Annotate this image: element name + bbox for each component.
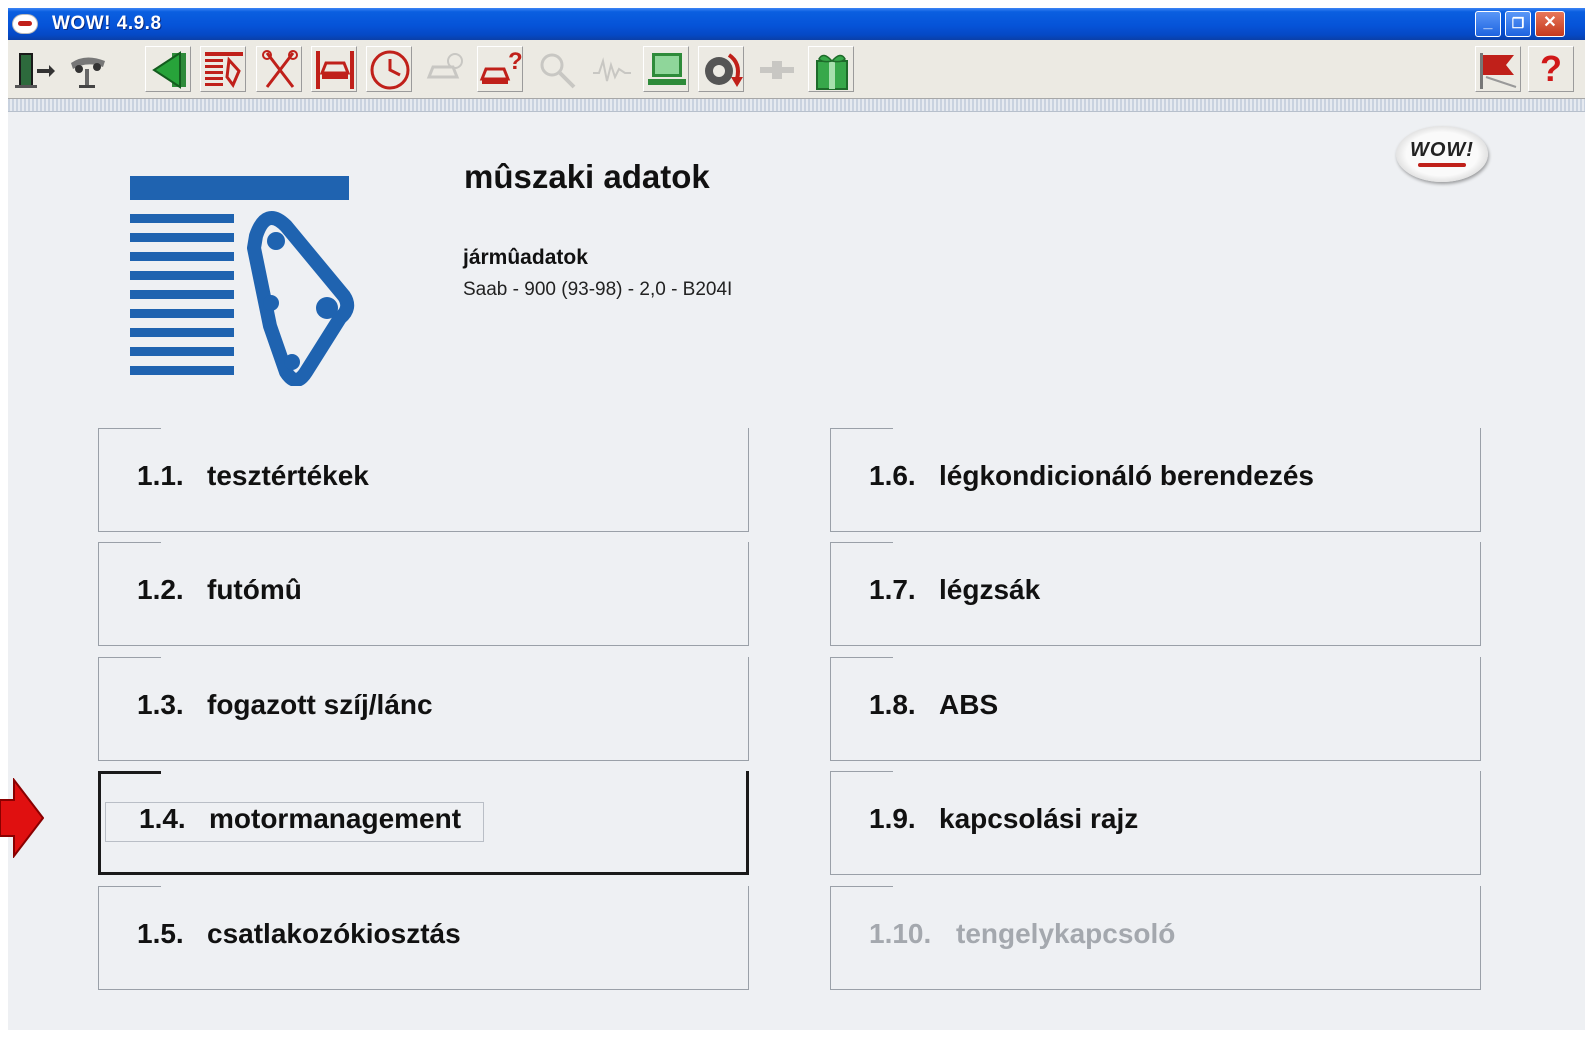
- toolbar-divider: [8, 99, 1585, 112]
- menu-item-air-conditioning[interactable]: 1.6. légkondicionáló berendezés: [830, 428, 1481, 532]
- menu-item-label: légkondicionáló berendezés: [939, 460, 1314, 491]
- red-arrow-pointer-icon: [0, 778, 44, 858]
- app-window: WOW! 4.9.8 _ ❐ ✕ ? ? WOW! mûszaki adatok…: [8, 8, 1585, 1030]
- menu-item-clutch[interactable]: 1.10. tengelykapcsoló: [830, 886, 1481, 990]
- menu-item-number: 1.5.: [137, 918, 184, 949]
- connector-icon: [760, 61, 794, 79]
- menu-item-number: 1.10.: [869, 918, 932, 949]
- technical-data-button[interactable]: [200, 46, 246, 92]
- connector-button[interactable]: [753, 46, 799, 92]
- gift-box-icon: [816, 54, 848, 90]
- back-button[interactable]: [145, 46, 191, 92]
- window-title: WOW! 4.9.8: [52, 13, 162, 34]
- car-search-button[interactable]: [422, 46, 468, 92]
- menu-item-number: 1.4.: [139, 803, 186, 834]
- app-logo-icon[interactable]: [12, 14, 38, 34]
- svg-text:?: ?: [508, 48, 523, 75]
- refresh-icon: [705, 53, 743, 87]
- restore-button[interactable]: ❐: [1505, 11, 1531, 37]
- menu-item-number: 1.8.: [869, 689, 916, 720]
- menu-item-label: ABS: [939, 689, 999, 720]
- wow-logo: WOW!: [1396, 126, 1488, 182]
- menu-item-label: csatlakozókiosztás: [207, 918, 461, 949]
- clock-icon: [370, 50, 410, 90]
- menu-item-label: fogazott szíj/lánc: [207, 689, 433, 720]
- car-search-icon: [426, 53, 463, 79]
- menu-item-label: motormanagement: [209, 803, 462, 834]
- wow-logo-text: WOW!: [1410, 139, 1474, 161]
- menu-item-number: 1.3.: [137, 689, 184, 720]
- menu-item-label: tesztértékek: [207, 460, 369, 491]
- back-arrow-icon: [152, 51, 186, 89]
- menu-item-airbag[interactable]: 1.7. légzsák: [830, 542, 1481, 646]
- menu-item-engine-management[interactable]: 1.4. motormanagement: [98, 771, 749, 875]
- car-question-icon: ?: [479, 48, 523, 84]
- menu-item-number: 1.2.: [137, 574, 184, 605]
- menu-item-number: 1.9.: [869, 803, 916, 834]
- menu-item-chassis[interactable]: 1.2. futómû: [98, 542, 749, 646]
- technical-data-icon: [205, 52, 243, 88]
- toolbar: ? ?: [8, 40, 1585, 99]
- menu-item-wiring-diagram[interactable]: 1.9. kapcsolási rajz: [830, 771, 1481, 875]
- page-title: mûszaki adatok: [464, 158, 710, 195]
- laptop-icon: [648, 53, 686, 85]
- oscilloscope-button[interactable]: [588, 46, 634, 92]
- flag-icon: [1480, 53, 1517, 89]
- menu-item-timing-belt[interactable]: 1.3. fogazott szíj/lánc: [98, 657, 749, 761]
- menu-item-label: tengelykapcsoló: [956, 918, 1176, 949]
- clock-button[interactable]: [366, 46, 412, 92]
- menu-item-number: 1.6.: [869, 460, 916, 491]
- menu-item-label: futómû: [207, 574, 302, 605]
- menu-item-number: 1.7.: [869, 574, 916, 605]
- exit-door-icon: [15, 53, 55, 88]
- technical-data-large-icon: [130, 176, 355, 386]
- menu-item-label: kapcsolási rajz: [939, 803, 1139, 834]
- menu-item-test-values[interactable]: 1.1. tesztértékek: [98, 428, 749, 532]
- minimize-button[interactable]: _: [1475, 11, 1501, 37]
- magnifier-car-button[interactable]: [533, 46, 579, 92]
- help-button[interactable]: ?: [1528, 46, 1574, 92]
- menu-item-abs[interactable]: 1.8. ABS: [830, 657, 1481, 761]
- exit-button[interactable]: [10, 46, 56, 92]
- menu-item-connector-pinout[interactable]: 1.5. csatlakozókiosztás: [98, 886, 749, 990]
- close-button[interactable]: ✕: [1535, 11, 1565, 37]
- flag-button[interactable]: [1475, 46, 1521, 92]
- magnifier-car-icon: [540, 53, 576, 89]
- menu-item-label: légzsák: [939, 574, 1041, 605]
- gift-box-button[interactable]: [808, 46, 854, 92]
- car-lift-icon: [71, 57, 105, 88]
- help-icon: ?: [1540, 48, 1562, 89]
- car-lift-button[interactable]: [64, 46, 110, 92]
- tools-icon: [262, 50, 298, 88]
- section-label: jármûadatok: [463, 246, 588, 269]
- car-service-button[interactable]: [311, 46, 357, 92]
- title-bar: WOW! 4.9.8 _ ❐ ✕: [8, 8, 1585, 40]
- oscilloscope-icon: [593, 57, 631, 82]
- refresh-button[interactable]: [698, 46, 744, 92]
- laptop-button[interactable]: [643, 46, 689, 92]
- menu-item-number: 1.1.: [137, 460, 184, 491]
- tools-button[interactable]: [256, 46, 302, 92]
- vehicle-info: Saab - 900 (93-98) - 2,0 - B204I: [463, 279, 733, 300]
- car-question-button[interactable]: ?: [477, 46, 523, 92]
- car-service-icon: [316, 51, 354, 89]
